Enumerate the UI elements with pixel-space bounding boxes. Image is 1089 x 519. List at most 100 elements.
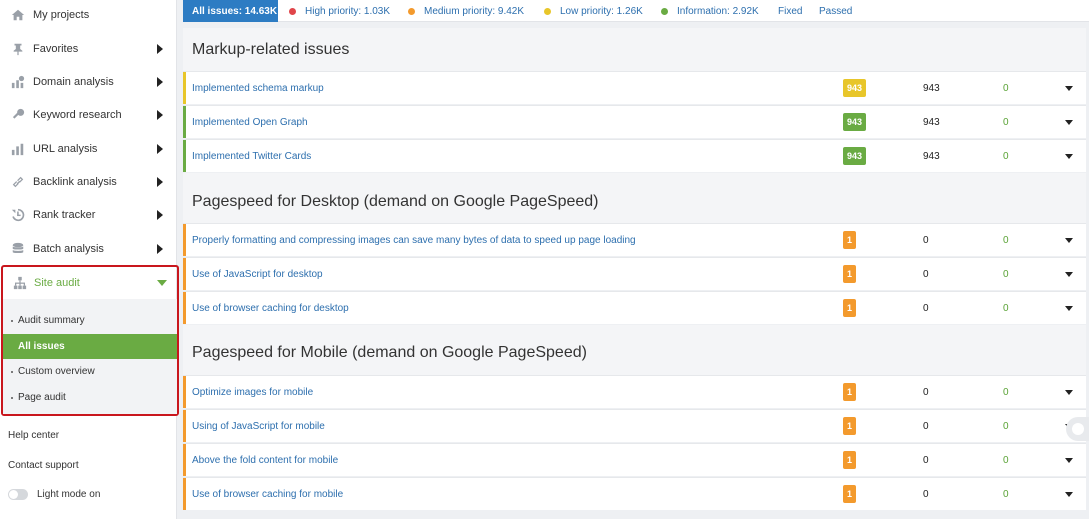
submenu-item-label: Page audit [18, 392, 66, 403]
circle-icon [1072, 423, 1084, 435]
issue-row[interactable]: Properly formatting and compressing imag… [183, 223, 1086, 256]
chevron-right-icon [157, 209, 163, 220]
sidebar-item-my-projects[interactable]: My projects [0, 0, 177, 31]
submenu-item-all-issues[interactable]: All issues [3, 334, 177, 359]
contact-support-link[interactable]: Contact support [8, 460, 79, 471]
filter-label: Low priority: 1.26K [560, 5, 643, 17]
sidebar-item-domain-analysis[interactable]: Domain analysis [0, 65, 177, 98]
pages-count: 943 [923, 83, 940, 94]
chevron-right-icon [157, 109, 163, 120]
priority-bar [183, 72, 186, 104]
submenu-item-page-audit[interactable]: Page audit [3, 385, 177, 410]
sidebar-item-label: Keyword research [33, 108, 122, 121]
new-count: 0 [1003, 489, 1009, 500]
priority-bar [183, 292, 186, 324]
pages-count: 0 [923, 421, 929, 432]
section-title: Pagespeed for Desktop (demand on Google … [192, 193, 599, 210]
issue-row[interactable]: Use of browser caching for desktop 1 0 0 [183, 291, 1086, 324]
issue-count-badge: 1 [843, 383, 856, 401]
issue-row[interactable]: Above the fold content for mobile 1 0 0 [183, 443, 1086, 476]
chevron-down-icon[interactable] [1065, 86, 1073, 91]
issue-label[interactable]: Optimize images for mobile [192, 387, 313, 398]
filter-label: Medium priority: 9.42K [424, 5, 525, 17]
chevron-down-icon[interactable] [1065, 238, 1073, 243]
issue-label[interactable]: Use of browser caching for mobile [192, 489, 343, 500]
pages-count: 943 [923, 151, 940, 162]
submenu-item-custom-overview[interactable]: Custom overview [3, 359, 177, 384]
sidebar-item-rank-tracker[interactable]: Rank tracker [0, 198, 177, 231]
new-count: 0 [1003, 151, 1009, 162]
chevron-down-icon[interactable] [1065, 154, 1073, 159]
bullet-icon [11, 396, 13, 399]
pages-count: 943 [923, 117, 940, 128]
sidebar-item-label: Rank tracker [33, 208, 96, 221]
chevron-right-icon [157, 76, 163, 87]
issue-row[interactable]: Implemented schema markup 943 943 0 [183, 71, 1086, 104]
new-count: 0 [1003, 117, 1009, 128]
issue-label[interactable]: Using of JavaScript for mobile [192, 421, 325, 432]
issue-label[interactable]: Use of browser caching for desktop [192, 303, 349, 314]
submenu-item-audit-summary[interactable]: Audit summary [3, 308, 177, 333]
sidebar-item-label: Site audit [34, 277, 80, 289]
new-count: 0 [1003, 421, 1009, 432]
priority-bar [183, 478, 186, 510]
sidebar-item-site-audit[interactable]: Site audit [3, 267, 177, 299]
chevron-down-icon[interactable] [1065, 390, 1073, 395]
issue-row[interactable]: Using of JavaScript for mobile 1 0 0 [183, 409, 1086, 442]
issue-label[interactable]: Implemented Open Graph [192, 117, 308, 128]
chevron-down-icon[interactable] [1065, 120, 1073, 125]
light-mode-toggle[interactable] [8, 489, 28, 500]
priority-bar [183, 444, 186, 476]
new-count: 0 [1003, 235, 1009, 246]
database-icon [10, 241, 26, 257]
sidebar-item-label: Backlink analysis [33, 175, 117, 188]
bar-chart-icon [10, 141, 26, 157]
issue-label[interactable]: Use of JavaScript for desktop [192, 269, 323, 280]
issue-count-badge: 943 [843, 113, 866, 131]
chevron-right-icon [157, 143, 163, 154]
issue-row[interactable]: Optimize images for mobile 1 0 0 [183, 375, 1086, 408]
issue-label[interactable]: Implemented Twitter Cards [192, 151, 311, 162]
chevron-down-icon[interactable] [1065, 272, 1073, 277]
new-count: 0 [1003, 303, 1009, 314]
filter-high-priority[interactable]: High priority: 1.03K [289, 0, 390, 22]
filter-information[interactable]: Information: 2.92K [661, 0, 759, 22]
issue-row[interactable]: Use of browser caching for mobile 1 0 0 [183, 477, 1086, 510]
sidebar-item-favorites[interactable]: Favorites [0, 32, 177, 65]
filter-all-issues[interactable]: All issues: 14.63K [183, 0, 278, 22]
light-mode-label: Light mode on [37, 489, 101, 500]
chevron-down-icon[interactable] [1065, 492, 1073, 497]
new-count: 0 [1003, 269, 1009, 280]
chevron-right-icon [157, 243, 163, 254]
sidebar-item-label: Batch analysis [33, 242, 104, 255]
filter-passed[interactable]: Passed [819, 0, 852, 22]
sidebar-item-keyword-research[interactable]: Keyword research [0, 98, 177, 131]
submenu-item-label: Audit summary [18, 315, 85, 326]
site-audit-highlight: Site audit Audit summary All issues Cust… [1, 265, 179, 416]
filter-low-priority[interactable]: Low priority: 1.26K [544, 0, 643, 22]
sidebar-item-url-analysis[interactable]: URL analysis [0, 132, 177, 165]
issue-label[interactable]: Implemented schema markup [192, 83, 324, 94]
issue-label[interactable]: Above the fold content for mobile [192, 455, 338, 466]
sidebar-item-backlink-analysis[interactable]: Backlink analysis [0, 165, 177, 198]
new-count: 0 [1003, 455, 1009, 466]
sidebar-item-label: Favorites [33, 42, 79, 55]
pin-icon [10, 41, 26, 57]
scroll-to-top-button[interactable] [1066, 417, 1089, 441]
issue-row[interactable]: Implemented Open Graph 943 943 0 [183, 105, 1086, 138]
issue-row[interactable]: Implemented Twitter Cards 943 943 0 [183, 139, 1086, 172]
issue-count-badge: 1 [843, 265, 856, 283]
bullet-icon [11, 370, 13, 373]
chevron-down-icon[interactable] [1065, 306, 1073, 311]
issue-row[interactable]: Use of JavaScript for desktop 1 0 0 [183, 257, 1086, 290]
pages-count: 0 [923, 387, 929, 398]
issue-count-badge: 943 [843, 79, 866, 97]
help-center-link[interactable]: Help center [8, 430, 59, 441]
sidebar-item-batch-analysis[interactable]: Batch analysis [0, 232, 177, 265]
green-dot-icon [661, 7, 668, 15]
issue-label[interactable]: Properly formatting and compressing imag… [192, 235, 636, 246]
pages-count: 0 [923, 235, 929, 246]
filter-medium-priority[interactable]: Medium priority: 9.42K [408, 0, 524, 22]
filter-fixed[interactable]: Fixed [778, 0, 802, 22]
chevron-down-icon[interactable] [1065, 458, 1073, 463]
